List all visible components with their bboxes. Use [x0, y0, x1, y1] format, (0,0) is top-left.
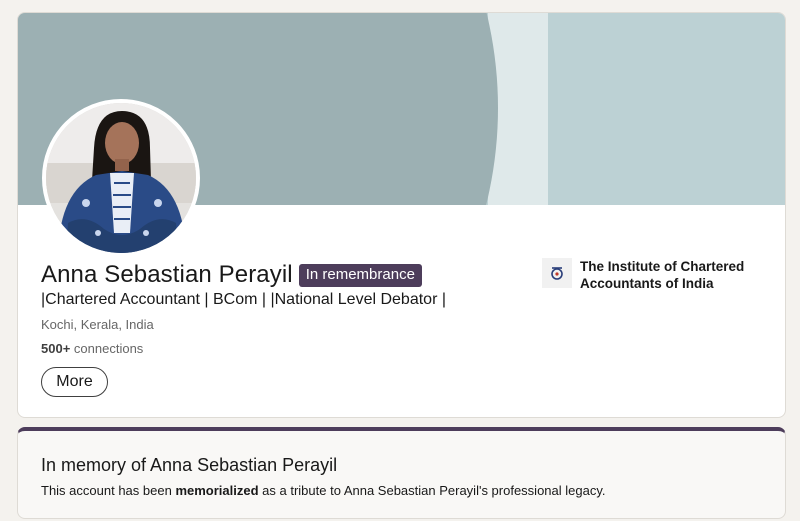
icai-logo-icon: [542, 258, 572, 288]
profile-location: Kochi, Kerala, India: [41, 317, 154, 332]
memorial-title: In memory of Anna Sebastian Perayil: [41, 455, 338, 475]
profile-card: Anna Sebastian Perayil In remembrance |C…: [17, 12, 786, 418]
profile-name: Anna Sebastian Perayil: [41, 261, 293, 288]
connections-link[interactable]: 500+ connections: [41, 341, 143, 356]
memorial-text-bold: memorialized: [175, 483, 259, 498]
connections-label: connections: [73, 341, 144, 356]
memorial-section: In memory of Anna Sebastian Perayil This…: [17, 427, 786, 519]
profile-headline: |Chartered Accountant | BCom | |National…: [41, 291, 446, 308]
memorial-text: This account has been memorialized as a …: [41, 483, 606, 498]
profile-photo[interactable]: [42, 99, 200, 257]
organization-name: The Institute of Chartered Accountants o…: [580, 259, 745, 291]
memorial-text-after: as a tribute to Anna Sebastian Perayil's…: [262, 483, 606, 498]
organization-link[interactable]: The Institute of Chartered Accountants o…: [542, 258, 750, 292]
more-button[interactable]: More: [41, 367, 108, 397]
memorial-text-before: This account has been: [41, 483, 172, 498]
name-row: Anna Sebastian Perayil In remembrance: [41, 261, 422, 289]
remembrance-badge: In remembrance: [298, 263, 422, 287]
avatar-image: [46, 103, 196, 253]
connections-count: 500+: [41, 341, 71, 356]
